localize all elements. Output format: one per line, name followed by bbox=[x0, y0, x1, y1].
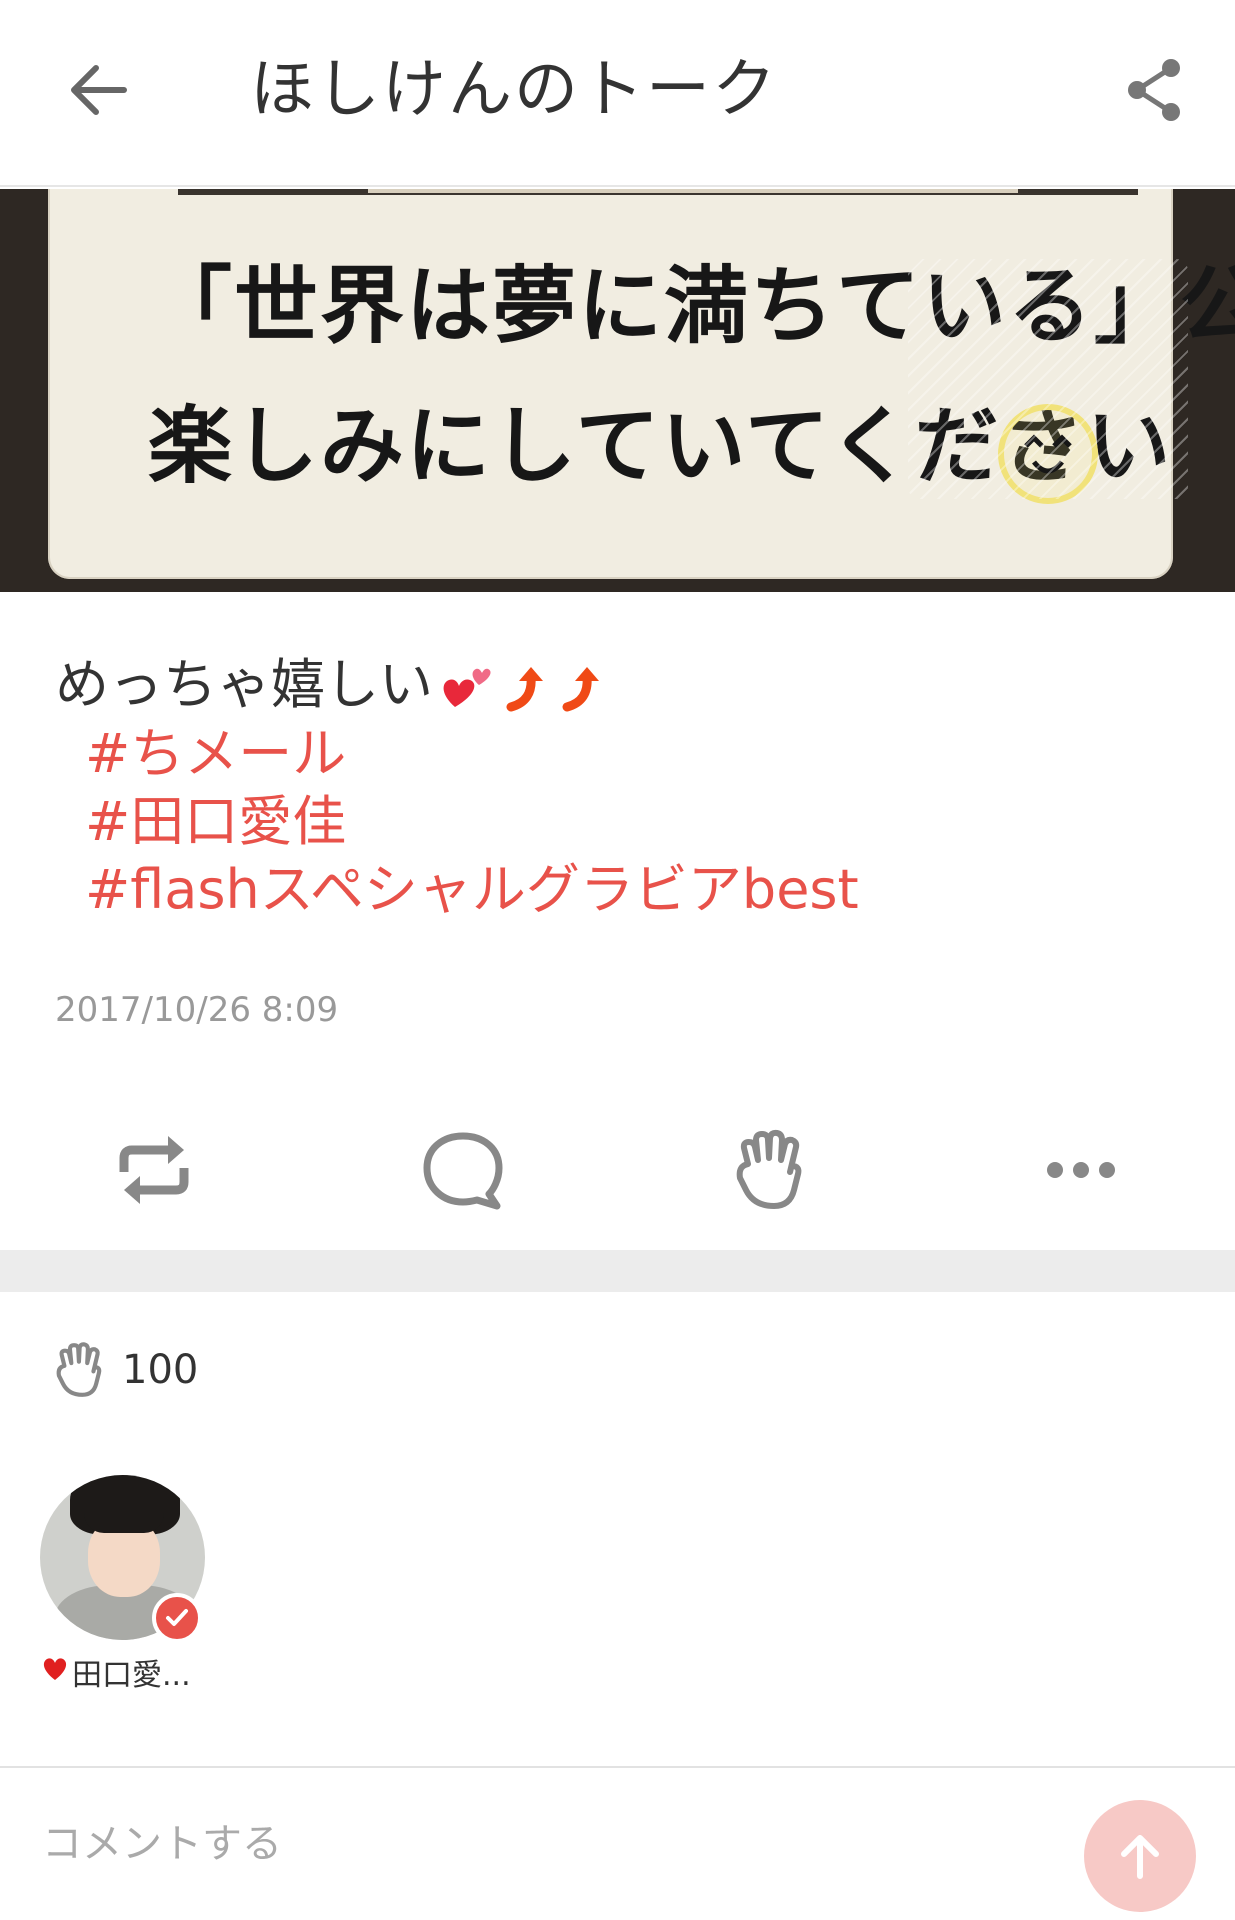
user-name: 田口愛... bbox=[40, 1650, 220, 1694]
arrow-up-right-icon bbox=[555, 660, 605, 712]
arrow-left-icon bbox=[71, 65, 127, 115]
clap-icon bbox=[736, 1129, 802, 1209]
heart-icon bbox=[40, 1654, 70, 1690]
share-icon bbox=[1128, 59, 1180, 121]
action-bar bbox=[0, 1120, 1235, 1220]
arrow-up-right-icon bbox=[499, 660, 549, 712]
clap-icon bbox=[56, 1342, 102, 1397]
comment-input[interactable] bbox=[42, 1814, 942, 1874]
send-button[interactable] bbox=[1084, 1800, 1196, 1912]
post-photo[interactable]: 「世界は夢に満ちている」公演 楽しみにしていてください bbox=[0, 189, 1235, 592]
share-button[interactable] bbox=[1115, 50, 1195, 130]
board-top-strip bbox=[178, 189, 1138, 195]
two-hearts-icon bbox=[439, 660, 493, 710]
clap-button[interactable] bbox=[722, 1120, 822, 1220]
clap-count: 100 bbox=[122, 1347, 199, 1393]
hashtag-link[interactable]: #ちメール bbox=[55, 720, 1185, 788]
user-name-text: 田口愛... bbox=[72, 1658, 191, 1693]
back-button[interactable] bbox=[58, 52, 138, 128]
arrow-up-icon bbox=[1121, 1835, 1159, 1879]
clapper-user[interactable]: 田口愛... bbox=[40, 1475, 220, 1694]
post-message: めっちゃ嬉しい bbox=[55, 650, 1185, 720]
hashtag-link[interactable]: #田口愛佳 bbox=[55, 788, 1185, 856]
verified-badge-icon bbox=[152, 1593, 202, 1643]
repost-icon bbox=[119, 1136, 189, 1204]
hashtag-link[interactable]: #flashスペシャルグラビアbest bbox=[55, 856, 1185, 924]
comment-button[interactable] bbox=[413, 1120, 513, 1220]
page-title: ほしけんのトーク bbox=[250, 53, 778, 127]
comment-bar bbox=[0, 1766, 1235, 1920]
message-board: 「世界は夢に満ちている」公演 楽しみにしていてください bbox=[48, 189, 1235, 579]
repost-button[interactable] bbox=[104, 1120, 204, 1220]
more-icon bbox=[1047, 1162, 1115, 1178]
header-bar: ほしけんのトーク bbox=[0, 0, 1235, 187]
more-button[interactable] bbox=[1031, 1120, 1131, 1220]
post-text: めっちゃ嬉しい bbox=[55, 653, 433, 716]
post-body: めっちゃ嬉しい #ちメール #田口愛佳 #flashスペシャルグラビアbest bbox=[55, 650, 1185, 924]
comment-icon bbox=[423, 1132, 503, 1210]
clap-summary[interactable]: 100 bbox=[52, 1340, 198, 1400]
post-timestamp: 2017/10/26 8:09 bbox=[55, 990, 339, 1030]
section-divider bbox=[0, 1250, 1235, 1292]
